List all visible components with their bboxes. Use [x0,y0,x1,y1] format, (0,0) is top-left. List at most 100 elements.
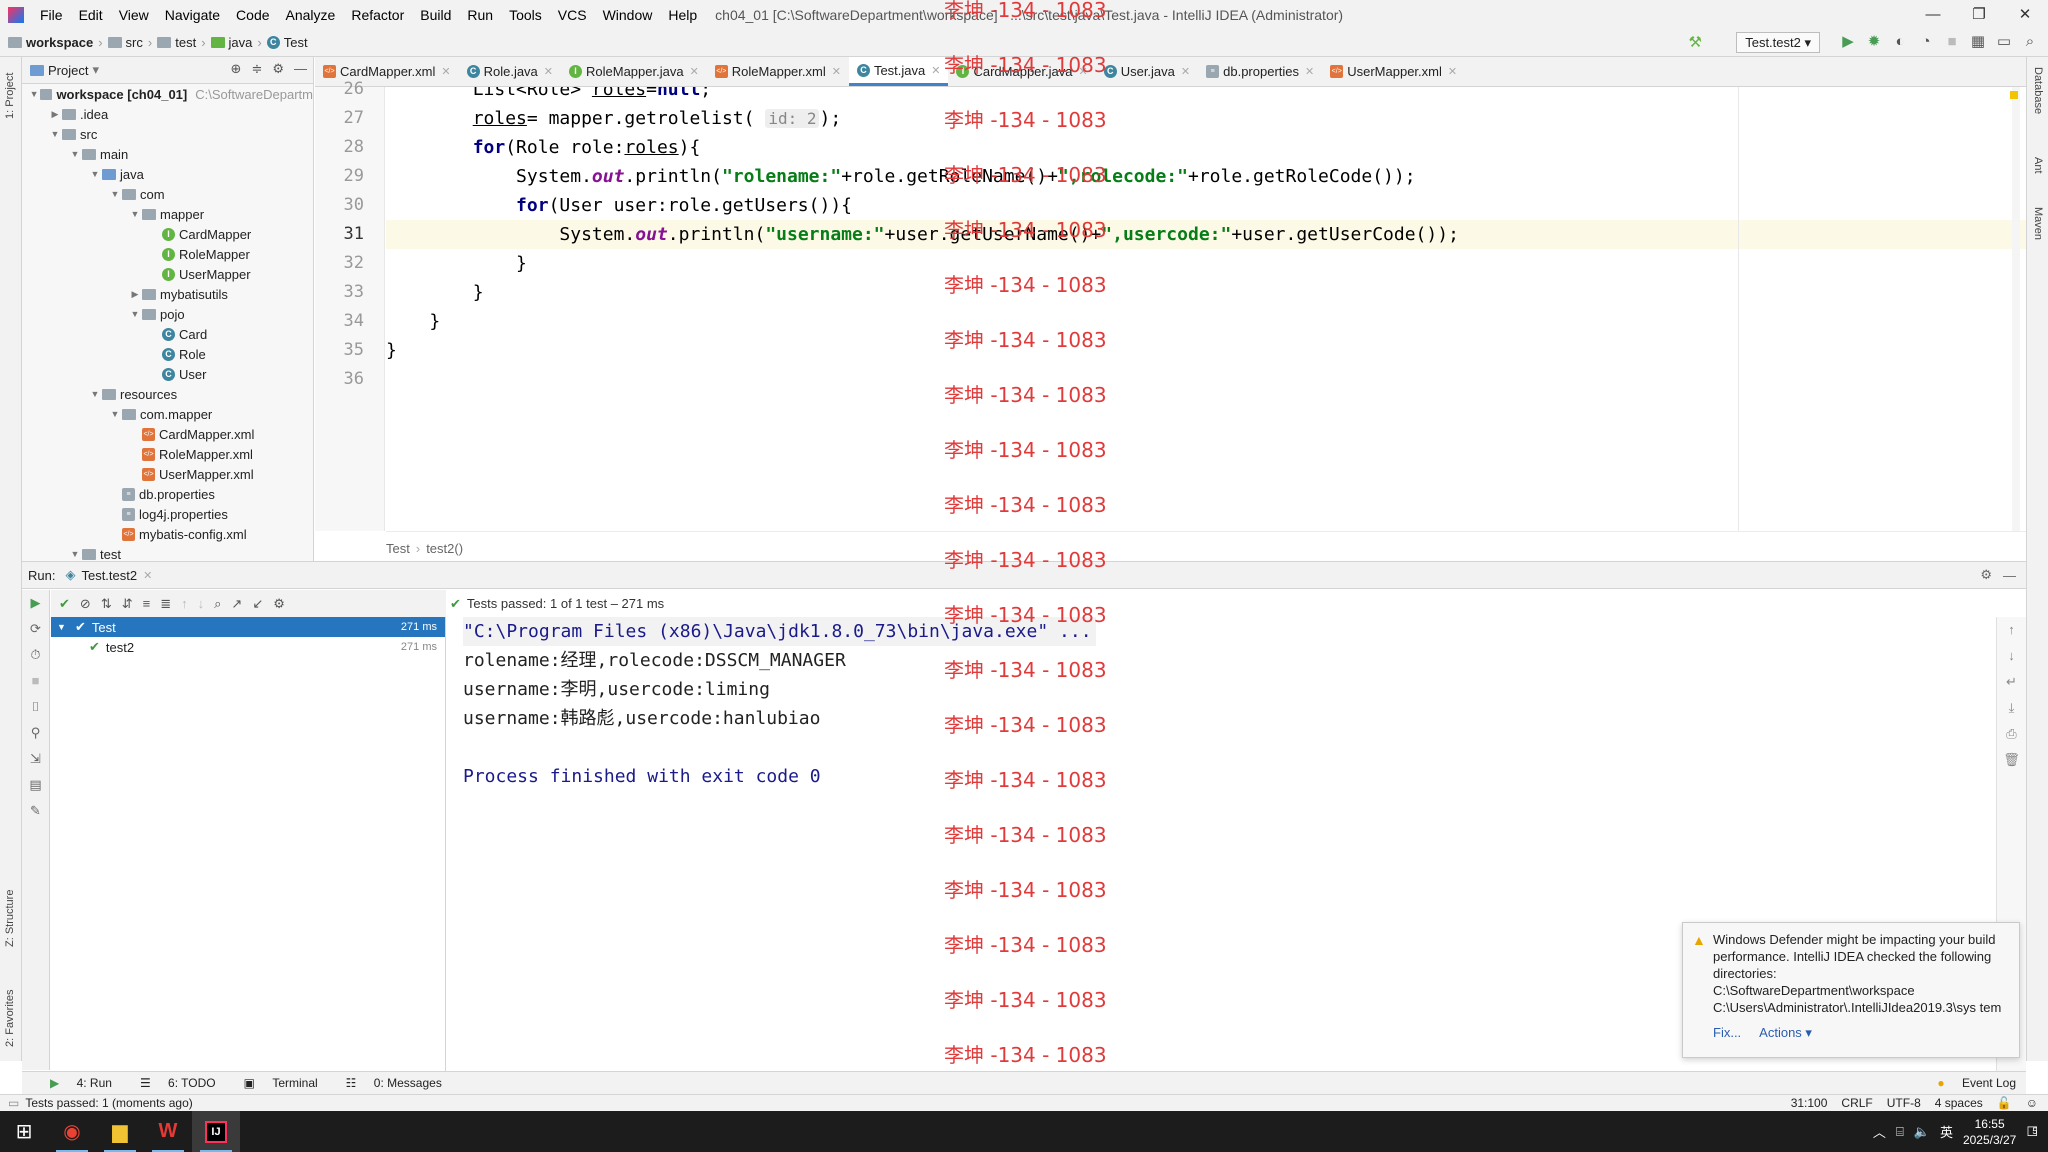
close-icon[interactable]: ✕ [832,65,841,78]
menu-code[interactable]: Code [228,7,277,23]
test-tree-row[interactable]: ▼ ✔ Test 271 ms [51,617,445,637]
soft-wrap-icon[interactable]: ↵ [1997,669,2026,695]
hide-icon[interactable]: — [294,61,307,77]
history-icon[interactable]: ⌕ [214,596,221,612]
chevron-down-icon[interactable]: ▼ [128,309,142,319]
close-icon[interactable]: ✕ [143,569,152,582]
network-icon[interactable]: ⌸ [1896,1124,1904,1140]
project-tree-item[interactable]: ▼ java [22,164,313,184]
collapse-all-icon[interactable]: ≣ [160,596,171,612]
project-tree-item[interactable]: </> RoleMapper.xml [22,444,313,464]
hide-icon[interactable]: — [2003,568,2016,583]
export-results-icon[interactable]: ↗ [231,596,242,612]
status-toggle-icon[interactable]: ▭ [8,1096,19,1110]
project-tree-item[interactable]: I UserMapper [22,264,313,284]
project-tree-item[interactable]: ▼ workspace [ch04_01] C:\SoftwareDepartm [22,84,313,104]
project-tree-item[interactable]: ≡ db.properties [22,484,313,504]
editor-tab[interactable]: C User.java ✕ [1096,57,1198,86]
close-button[interactable]: ✕ [2002,0,2048,29]
terminal-tool-button[interactable]: ▣ Terminal [230,1076,318,1090]
layout-icon[interactable]: ▤ [22,772,49,798]
menu-window[interactable]: Window [595,7,661,23]
messages-tool-button[interactable]: ☷ 0: Messages [332,1076,442,1090]
breadcrumb-item[interactable]: java [229,35,253,50]
rerun-failed-icon[interactable]: ⟳ [22,616,49,642]
fix-link[interactable]: Fix... [1713,1024,1741,1041]
close-icon[interactable]: ✕ [544,65,553,78]
project-tree-item[interactable]: ≡ log4j.properties [22,504,313,524]
event-log-button[interactable]: ● Event Log [1923,1076,2016,1090]
code-breadcrumb-method[interactable]: test2() [426,541,463,556]
project-tree-item[interactable]: C Role [22,344,313,364]
tray-expand-icon[interactable]: ︿ [1873,1122,1886,1141]
chrome-icon[interactable]: ◉ [48,1111,96,1152]
export-icon[interactable]: ⇲ [22,746,49,772]
file-explorer-icon[interactable]: ▆ [96,1111,144,1152]
project-tool-button[interactable]: 1: Project [4,73,16,119]
run-tool-button[interactable]: ▶ 4: Run [36,1076,112,1090]
maven-tool-button[interactable]: Maven [2032,207,2044,240]
menu-run[interactable]: Run [459,7,501,23]
import-results-icon[interactable]: ↙ [252,596,263,612]
breadcrumb-item[interactable]: test [175,35,196,50]
layout-icon[interactable]: ▭ [1994,32,2014,52]
editor-tab[interactable]: C Role.java ✕ [459,57,561,86]
print-icon[interactable]: ⎙ [1997,721,2026,747]
run-icon[interactable]: ▶ [1838,32,1858,52]
volume-icon[interactable]: 🔈 [1914,1124,1930,1140]
chevron-down-icon[interactable]: ▼ [128,209,142,219]
ant-tool-button[interactable]: Ant [2032,157,2044,174]
scroll-end-icon[interactable]: ⤓ [1997,695,2026,721]
chevron-down-icon[interactable]: ▼ [68,149,82,159]
editor-tab[interactable]: I RoleMapper.java ✕ [561,57,707,86]
chevron-down-icon[interactable]: ▼ [48,129,62,139]
chevron-down-icon[interactable]: ▼ [88,389,102,399]
chevron-down-icon[interactable]: ▼ [68,549,82,559]
warning-marker-icon[interactable] [2010,91,2018,99]
lock-icon[interactable]: 🔓 [1997,1096,2012,1110]
project-tree-item[interactable]: ▶ mybatisutils [22,284,313,304]
menu-file[interactable]: File [32,7,71,23]
breadcrumb-item[interactable]: src [126,35,143,50]
down-icon[interactable]: ↓ [1997,643,2026,669]
actions-link[interactable]: Actions ▾ [1759,1024,1812,1041]
project-tree-item[interactable]: ▼ main [22,144,313,164]
code-editor[interactable]: List<Role> roles=null; roles= mapper.get… [386,87,2026,531]
database-tool-button[interactable]: Database [2032,67,2044,114]
pin-icon[interactable]: ⚲ [22,720,49,746]
file-encoding[interactable]: UTF-8 [1887,1096,1921,1110]
close-icon[interactable]: ✕ [1305,65,1314,78]
close-icon[interactable]: ✕ [441,65,450,78]
toggle-autotest-icon[interactable]: ⏱ [22,642,49,668]
gear-icon[interactable]: ⚙ [1980,567,1992,583]
sort-alpha-icon[interactable]: ⇅ [101,596,112,612]
pin-tab-icon[interactable]: ✎ [22,798,49,824]
gear-icon[interactable]: ⚙ [272,61,284,77]
editor-tab[interactable]: ≡ db.properties ✕ [1198,57,1322,86]
editor-tab[interactable]: </> RoleMapper.xml ✕ [707,57,849,86]
project-structure-icon[interactable]: ▦ [1968,32,1988,52]
close-icon[interactable]: ✕ [690,65,699,78]
trash-icon[interactable]: 🗑 [1997,747,2026,773]
coverage-icon[interactable]: ◐ [1890,32,1910,52]
indent-setting[interactable]: 4 spaces [1935,1096,1983,1110]
chevron-down-icon[interactable]: ▾ [92,62,99,78]
windows-start-icon[interactable]: ⊞ [0,1111,48,1152]
structure-tool-button[interactable]: Z: Structure [4,890,16,947]
editor-tab[interactable]: </> UserMapper.xml ✕ [1322,57,1465,86]
chevron-right-icon[interactable]: ▶ [48,109,62,120]
stop-icon[interactable]: ■ [22,668,49,694]
search-icon[interactable]: ⌕ [2020,32,2040,52]
profile-icon[interactable]: ◔ [1916,32,1936,52]
project-tree-item[interactable]: </> UserMapper.xml [22,464,313,484]
project-tree-item[interactable]: ▼ pojo [22,304,313,324]
close-icon[interactable]: ✕ [1181,65,1190,78]
chevron-down-icon[interactable]: ▼ [88,169,102,179]
ime-indicator[interactable]: 英 [1940,1122,1953,1141]
project-tree-item[interactable]: ▼ src [22,124,313,144]
settings-icon[interactable]: ⚙ [273,596,285,612]
hammer-icon[interactable]: ⚒ [1689,33,1702,51]
run-tab[interactable]: ◈ Test.test2 ✕ [65,567,152,583]
rerun-icon[interactable]: ▶ [22,590,49,616]
editor-tab[interactable]: </> CardMapper.xml ✕ [315,57,459,86]
